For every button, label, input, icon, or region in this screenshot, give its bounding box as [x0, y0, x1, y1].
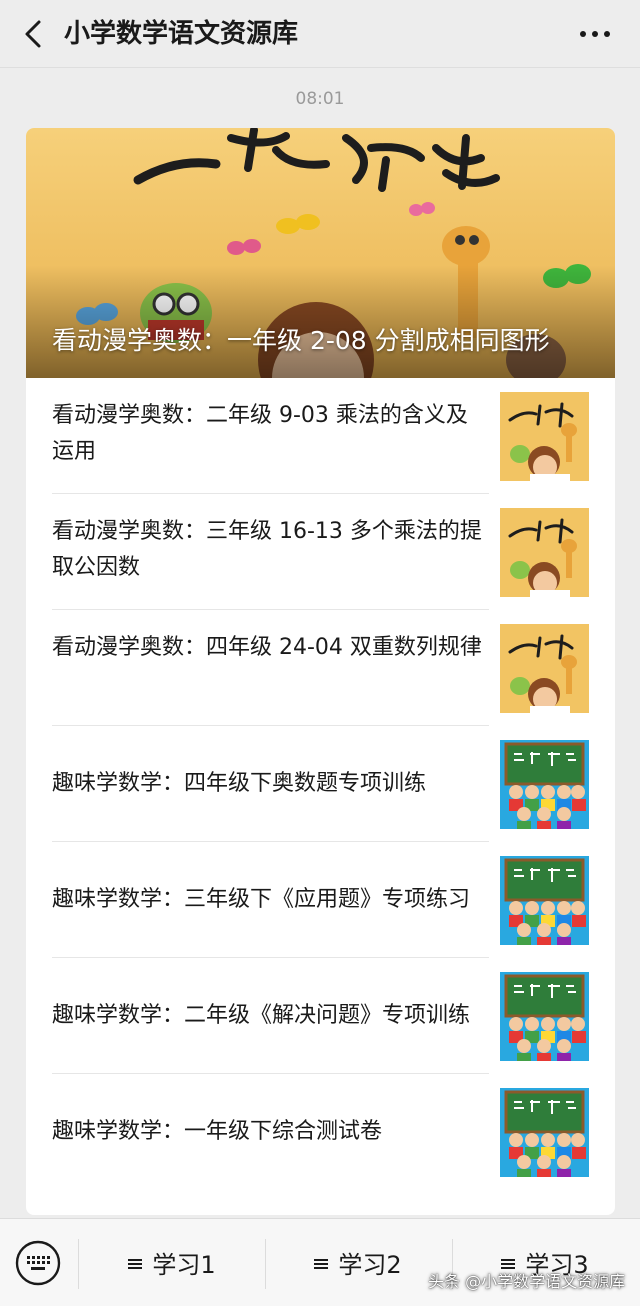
- menu-item-label: 学习1: [152, 1251, 216, 1279]
- aoshu-thumbnail-image: [500, 508, 589, 597]
- article-title: 趣味学数学：一年级下综合测试卷: [52, 1119, 383, 1144]
- menu-list-icon: [128, 1259, 143, 1269]
- article-title: 趣味学数学：四年级下奥数题专项训练: [52, 771, 427, 796]
- article-thumbnail: [500, 972, 589, 1061]
- article-list-item[interactable]: 看动漫学奥数：二年级 9-03 乘法的含义及运用: [26, 378, 615, 494]
- hero-article[interactable]: 看动漫学奥数：一年级 2-08 分割成相同图形: [26, 128, 615, 378]
- menu-list-icon: [314, 1259, 329, 1269]
- article-title: 趣味学数学：三年级下《应用题》专项练习: [52, 887, 471, 912]
- quwei-thumbnail-image: [500, 1088, 589, 1177]
- keyboard-icon[interactable]: [14, 1239, 62, 1287]
- article-list-item[interactable]: 趣味学数学：一年级下综合测试卷: [26, 1074, 615, 1190]
- article-thumbnail: [500, 392, 589, 481]
- watermark: 头条 @小学数学语文资源库: [428, 1272, 626, 1291]
- article-thumbnail: [500, 1088, 589, 1177]
- article-list-item[interactable]: 趣味学数学：二年级《解决问题》专项训练: [26, 958, 615, 1074]
- menu-list-icon: [501, 1259, 516, 1269]
- back-arrow-icon[interactable]: [14, 14, 54, 54]
- article-list-item[interactable]: 趣味学数学：四年级下奥数题专项训练: [26, 726, 615, 842]
- menu-divider: [78, 1239, 79, 1289]
- article-title: 看动漫学奥数：三年级 16-13 多个乘法的提取公因数: [52, 519, 482, 580]
- aoshu-thumbnail-image: [500, 624, 589, 713]
- article-title: 看动漫学奥数：二年级 9-03 乘法的含义及运用: [52, 403, 468, 464]
- article-card: 看动漫学奥数：一年级 2-08 分割成相同图形 看动漫学奥数：二年级 9-03 …: [26, 128, 615, 1215]
- message-time: 08:01: [295, 89, 345, 109]
- more-dots-icon[interactable]: [570, 18, 620, 50]
- hero-article-title: 看动漫学奥数：一年级 2-08 分割成相同图形: [52, 326, 550, 355]
- menu-item-study2[interactable]: 学习2: [266, 1245, 450, 1285]
- menu-item-label: 学习2: [338, 1251, 402, 1279]
- article-list-item[interactable]: 看动漫学奥数：四年级 24-04 双重数列规律: [26, 610, 615, 726]
- article-thumbnail: [500, 740, 589, 829]
- top-bar: 小学数学语文资源库: [0, 0, 640, 68]
- quwei-thumbnail-image: [500, 740, 589, 829]
- article-title: 趣味学数学：二年级《解决问题》专项训练: [52, 1003, 471, 1028]
- menu-item-study1[interactable]: 学习1: [80, 1245, 264, 1285]
- article-thumbnail: [500, 624, 589, 713]
- article-thumbnail: [500, 508, 589, 597]
- page-title: 小学数学语文资源库: [64, 19, 299, 49]
- article-thumbnail: [500, 856, 589, 945]
- article-list-item[interactable]: 看动漫学奥数：三年级 16-13 多个乘法的提取公因数: [26, 494, 615, 610]
- aoshu-thumbnail-image: [500, 392, 589, 481]
- quwei-thumbnail-image: [500, 972, 589, 1061]
- article-list-item[interactable]: 趣味学数学：三年级下《应用题》专项练习: [26, 842, 615, 958]
- quwei-thumbnail-image: [500, 856, 589, 945]
- article-title: 看动漫学奥数：四年级 24-04 双重数列规律: [52, 635, 482, 660]
